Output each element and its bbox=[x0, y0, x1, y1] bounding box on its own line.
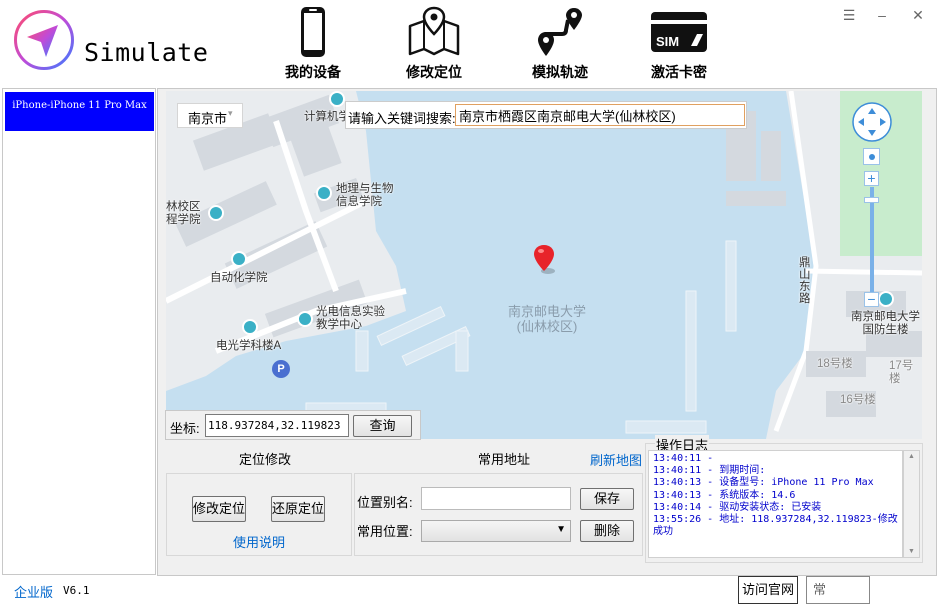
map-pin-icon bbox=[408, 6, 460, 56]
sim-text: SIM bbox=[656, 34, 679, 49]
minimize-button[interactable]: – bbox=[873, 6, 891, 24]
map-label-computer: 计算机学 bbox=[304, 111, 350, 123]
poi-marker-icon bbox=[878, 291, 894, 307]
log-line: 13:40:13 - 设备型号: iPhone 11 Pro Max bbox=[653, 477, 874, 489]
log-scrollbar[interactable]: ▲ ▼ bbox=[903, 450, 920, 558]
log-line: 13:40:14 - 驱动安装状态: 已安装 bbox=[653, 501, 822, 513]
zoom-out-button[interactable]: − bbox=[864, 292, 879, 307]
visit-website-button[interactable]: 访问官网 bbox=[738, 576, 798, 604]
nav-simulate-route[interactable]: 模拟轨迹 bbox=[505, 4, 615, 84]
map-label-lin: 林校区 程学院 bbox=[166, 201, 201, 226]
nav-my-device-label: 我的设备 bbox=[285, 64, 341, 80]
delete-button[interactable]: 删除 bbox=[580, 520, 634, 542]
map-label-campus: 南京邮电大学 (仙林校区) bbox=[508, 304, 587, 334]
refresh-map-link[interactable]: 刷新地图 bbox=[590, 450, 642, 469]
search-label: 请输入关键词搜索: bbox=[348, 111, 456, 126]
log-box[interactable]: 13:40:11 - 13:40:11 - 到期时间: 13:40:13 - 设… bbox=[648, 450, 903, 558]
map-label-defense: 南京邮电大学 国防生楼 bbox=[851, 311, 920, 336]
poi-marker-icon bbox=[208, 205, 224, 221]
map-label-road: 鼎 山 东 路 bbox=[799, 257, 811, 305]
common-location-select[interactable]: ▼ bbox=[421, 520, 571, 542]
nav-modify-location[interactable]: 修改定位 bbox=[379, 4, 489, 84]
location-pin-icon bbox=[534, 245, 555, 274]
parking-icon: P bbox=[272, 360, 290, 378]
alias-input[interactable] bbox=[421, 487, 571, 510]
help-link[interactable]: 使用说明 bbox=[233, 532, 285, 551]
zoom-slider-handle[interactable] bbox=[864, 197, 879, 203]
app-logo-icon bbox=[13, 9, 75, 71]
device-list-item[interactable]: iPhone-iPhone 11 Pro Max bbox=[5, 92, 154, 131]
save-button[interactable]: 保存 bbox=[580, 488, 634, 510]
pan-control-icon[interactable] bbox=[851, 101, 893, 143]
nav-modify-location-label: 修改定位 bbox=[406, 64, 462, 80]
city-select-value: 南京市 bbox=[188, 111, 228, 126]
device-sidebar: iPhone-iPhone 11 Pro Max bbox=[2, 88, 156, 575]
query-button[interactable]: 查询 bbox=[353, 415, 412, 437]
map-view[interactable]: 计算机学 地理与生物 信息学院 林校区 程学院 自动化学院 光电信息实验 教学中… bbox=[166, 91, 922, 439]
location-panel-title: 定位修改 bbox=[239, 452, 292, 467]
coordinate-label: 坐标: bbox=[170, 421, 200, 436]
city-select[interactable]: 南京市 ▾ bbox=[177, 103, 243, 128]
nav-activate-card-label: 激活卡密 bbox=[651, 64, 707, 80]
route-icon bbox=[538, 8, 582, 56]
map-label-b16: 16号楼 bbox=[840, 394, 876, 406]
zoom-in-button[interactable]: + bbox=[864, 171, 879, 186]
poi-marker-icon bbox=[231, 251, 247, 267]
log-line: 13:55:26 - 地址: 118.937284,32.119823-修改成功 bbox=[653, 514, 898, 538]
nav-my-device[interactable]: 我的设备 bbox=[258, 4, 368, 84]
chevron-down-icon: ▼ bbox=[556, 524, 566, 535]
address-panel bbox=[354, 473, 643, 556]
phone-icon bbox=[301, 7, 325, 57]
common-location-label: 常用位置: bbox=[357, 524, 413, 539]
log-line: 13:40:11 - bbox=[653, 453, 714, 464]
chevron-down-icon: ▾ bbox=[228, 108, 233, 118]
map-label-geo: 地理与生物 信息学院 bbox=[336, 183, 394, 208]
address-panel-title: 常用地址 bbox=[478, 452, 531, 467]
nav-activate-card[interactable]: SIM 激活卡密 bbox=[624, 4, 734, 84]
log-line: 13:40:13 - 系统版本: 14.6 bbox=[653, 489, 796, 501]
locate-icon[interactable] bbox=[863, 148, 880, 165]
app-title: Simulate bbox=[84, 38, 209, 67]
coordinate-input[interactable] bbox=[205, 414, 349, 437]
poi-marker-icon bbox=[242, 319, 258, 335]
map-label-b18: 18号楼 bbox=[817, 358, 853, 370]
log-line: 13:40:11 - 到期时间: bbox=[653, 465, 766, 477]
footer-partial-button[interactable]: 常 bbox=[806, 576, 870, 604]
scroll-down-icon[interactable]: ▼ bbox=[904, 548, 919, 555]
scroll-up-icon[interactable]: ▲ bbox=[904, 453, 919, 460]
search-input[interactable] bbox=[455, 104, 745, 126]
header: Simulate 我的设备 修改定位 模拟轨迹 SIM 激活卡密 ☰ – ✕ bbox=[0, 0, 941, 88]
map-label-auto: 自动化学院 bbox=[210, 272, 268, 284]
map-label-b17: 17号楼 bbox=[889, 360, 914, 385]
map-label-opto: 光电信息实验 教学中心 bbox=[316, 306, 385, 331]
edition-link[interactable]: 企业版 bbox=[14, 582, 53, 601]
modify-location-button[interactable]: 修改定位 bbox=[192, 496, 246, 522]
nav-simulate-route-label: 模拟轨迹 bbox=[532, 64, 588, 80]
version-label: V6.1 bbox=[63, 584, 90, 597]
restore-location-button[interactable]: 还原定位 bbox=[271, 496, 325, 522]
menu-button[interactable]: ☰ bbox=[840, 6, 858, 24]
map-label-elec: 电光学科楼A bbox=[216, 340, 282, 352]
close-button[interactable]: ✕ bbox=[909, 6, 927, 24]
sim-card-icon: SIM bbox=[651, 12, 707, 52]
poi-marker-icon bbox=[297, 311, 313, 327]
poi-marker-icon bbox=[329, 91, 345, 107]
poi-marker-icon bbox=[316, 185, 332, 201]
alias-label: 位置别名: bbox=[357, 495, 413, 510]
